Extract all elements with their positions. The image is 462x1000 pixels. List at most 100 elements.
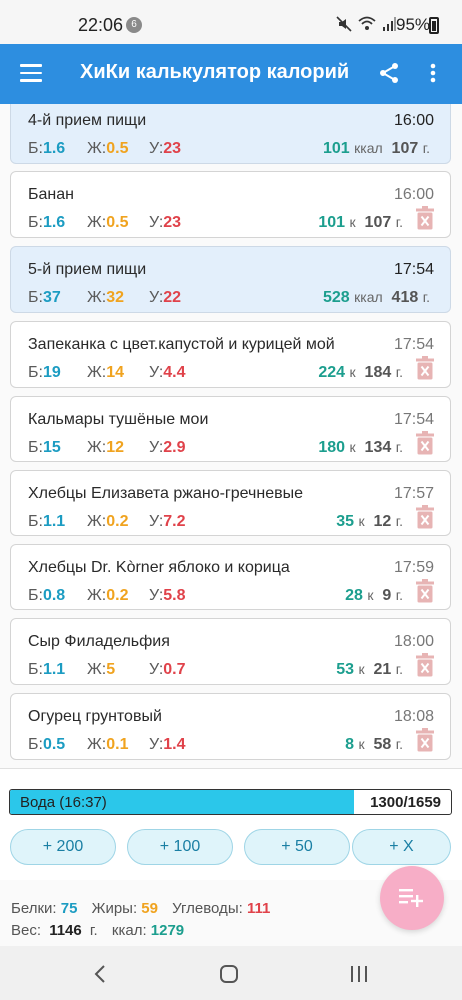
protein-amount: 1.1 (42, 661, 66, 678)
food-entry-list[interactable]: 4-й прием пищи 16:00 Б:1.6 Ж:0.5 У:23 101 кка… (0, 104, 462, 768)
gram-unit: г. (395, 587, 403, 603)
gram-unit: г. (395, 736, 403, 752)
carbs-label: У: (149, 661, 164, 678)
fat-value: Ж:0.5 (87, 140, 128, 158)
fat-amount: 32 (106, 289, 125, 306)
carbs-amount: 23 (163, 140, 182, 157)
food-item-card[interactable]: Хлебцы Dr. Kòrner яблоко и корица 17:59 Б:… (10, 544, 451, 610)
protein-value: Б:19 (28, 364, 61, 382)
status-icons (336, 16, 396, 32)
gram-unit: г. (422, 140, 430, 156)
carbs-total: 111 (246, 900, 271, 917)
kcal-amount: 8 (345, 736, 354, 753)
protein-value: Б:37 (28, 289, 61, 307)
water-add-100-button[interactable]: + 100 (127, 829, 233, 865)
kcal-gram-value: 101 к 107 г. (318, 214, 403, 232)
water-value: 1300/1659 (370, 794, 441, 811)
weight-total: 1146 (49, 922, 82, 939)
entry-name: Хлебцы Dr. Kòrner яблоко и корица (28, 559, 290, 576)
food-item-card[interactable]: Огурец грунтовый 18:08 Б:0.5 Ж:0.1 У:1.4 8 к … (10, 693, 451, 760)
kcal-unit: ккал (354, 140, 383, 156)
entry-name: Хлебцы Елизавета ржано-гречневые (28, 485, 303, 502)
water-add-custom-button[interactable]: + X (352, 829, 451, 865)
hamburger-menu-icon[interactable] (20, 64, 42, 82)
home-nav-icon[interactable] (219, 964, 239, 984)
delete-trash-icon[interactable] (416, 728, 434, 752)
gram-unit: г. (422, 289, 430, 305)
app-bar: ХиКи калькулятор калорий (0, 44, 462, 104)
kcal-gram-value: 528 ккал 418 г. (323, 289, 430, 307)
kcal-unit: к (358, 736, 365, 752)
delete-trash-icon[interactable] (416, 206, 434, 230)
add-food-fab[interactable] (380, 866, 444, 930)
entry-name: Огурец грунтовый (28, 708, 162, 725)
carbs-label: У: (149, 364, 164, 381)
back-nav-icon[interactable] (93, 965, 107, 983)
delete-trash-icon[interactable] (416, 579, 434, 603)
carbs-value: У:2.9 (149, 439, 186, 457)
kcal-unit: к (358, 513, 365, 529)
fat-amount: 0.5 (106, 214, 129, 231)
kcal-amount: 28 (345, 587, 363, 604)
signal-icon (383, 17, 396, 31)
entry-time: 18:08 (393, 708, 434, 725)
gram-unit: г. (395, 661, 403, 677)
more-vert-icon[interactable] (428, 62, 438, 84)
kcal-amount: 180 (318, 439, 346, 456)
fat-amount: 0.1 (106, 736, 129, 753)
meal-header-card[interactable]: 5-й прием пищи 17:54 Б:37 Ж:32 У:22 528 ккал … (10, 246, 451, 313)
water-add-50-button[interactable]: + 50 (244, 829, 350, 865)
food-item-card[interactable]: Кальмары тушёные мои 17:54 Б:15 Ж:12 У:2.9 18… (10, 396, 451, 462)
summary-weight-line: Вес: 1146 г. ккал: 1279 (11, 922, 194, 939)
fat-amount: 14 (106, 364, 125, 381)
fat-value: Ж:12 (87, 439, 124, 457)
protein-label: Белки: (11, 900, 57, 917)
gram-unit: г. (395, 513, 403, 529)
protein-value: Б:1.1 (28, 513, 65, 531)
entry-name: Банан (28, 186, 74, 203)
fat-label: Ж: (87, 736, 107, 753)
battery-icon (429, 17, 439, 34)
carbs-value: У:22 (149, 289, 181, 307)
protein-amount: 1.1 (42, 513, 66, 530)
carbs-amount: 22 (163, 289, 182, 306)
water-progress-bar[interactable]: Вода (16:37) 1300/1659 (9, 789, 452, 815)
delete-trash-icon[interactable] (416, 356, 434, 380)
entry-name: Запеканка с цвет.капустой и курицей мой (28, 336, 335, 353)
kcal-gram-value: 8 к 58 г. (345, 736, 403, 754)
gram-amount: 12 (373, 513, 392, 530)
carbs-amount: 5.8 (163, 587, 186, 604)
carbs-label: У: (149, 587, 164, 604)
carbs-label: У: (149, 214, 164, 231)
carbs-amount: 4.4 (163, 364, 186, 381)
kcal-gram-value: 28 к 9 г. (345, 587, 403, 605)
kcal-unit: к (349, 439, 356, 455)
food-item-card[interactable]: Банан 16:00 Б:1.6 Ж:0.5 У:23 101 к 107 г. (10, 171, 451, 238)
fat-label: Ж: (87, 661, 107, 678)
entry-time: 17:59 (393, 559, 434, 576)
carbs-value: У:0.7 (149, 661, 186, 679)
gram-amount: 21 (373, 661, 392, 678)
entry-time: 16:00 (393, 186, 434, 203)
recents-nav-icon[interactable] (350, 965, 368, 983)
share-icon[interactable] (378, 62, 400, 84)
entry-time: 17:57 (393, 485, 434, 502)
protein-amount: 0.8 (42, 587, 66, 604)
protein-label: Б: (28, 587, 43, 604)
food-item-card[interactable]: Запеканка с цвет.капустой и курицей мой 1… (10, 321, 451, 388)
fat-amount: 0.2 (106, 587, 129, 604)
protein-value: Б:0.5 (28, 736, 65, 754)
delete-trash-icon[interactable] (416, 431, 434, 455)
protein-label: Б: (28, 289, 43, 306)
food-item-card[interactable]: Хлебцы Елизавета ржано-гречневые 17:57 Б:1… (10, 470, 451, 536)
water-add-200-button[interactable]: + 200 (10, 829, 116, 865)
entry-time: 18:00 (393, 633, 434, 650)
carbs-amount: 23 (163, 214, 182, 231)
delete-trash-icon[interactable] (416, 653, 434, 677)
meal-header-card[interactable]: 4-й прием пищи 16:00 Б:1.6 Ж:0.5 У:23 101 кка… (10, 104, 451, 164)
delete-trash-icon[interactable] (416, 505, 434, 529)
fat-label: Ж: (87, 587, 107, 604)
food-item-card[interactable]: Сыр Филадельфия 18:00 Б:1.1 Ж:5 У:0.7 53 к 21… (10, 618, 451, 685)
weight-unit: г. (89, 922, 98, 939)
protein-value: Б:15 (28, 439, 61, 457)
